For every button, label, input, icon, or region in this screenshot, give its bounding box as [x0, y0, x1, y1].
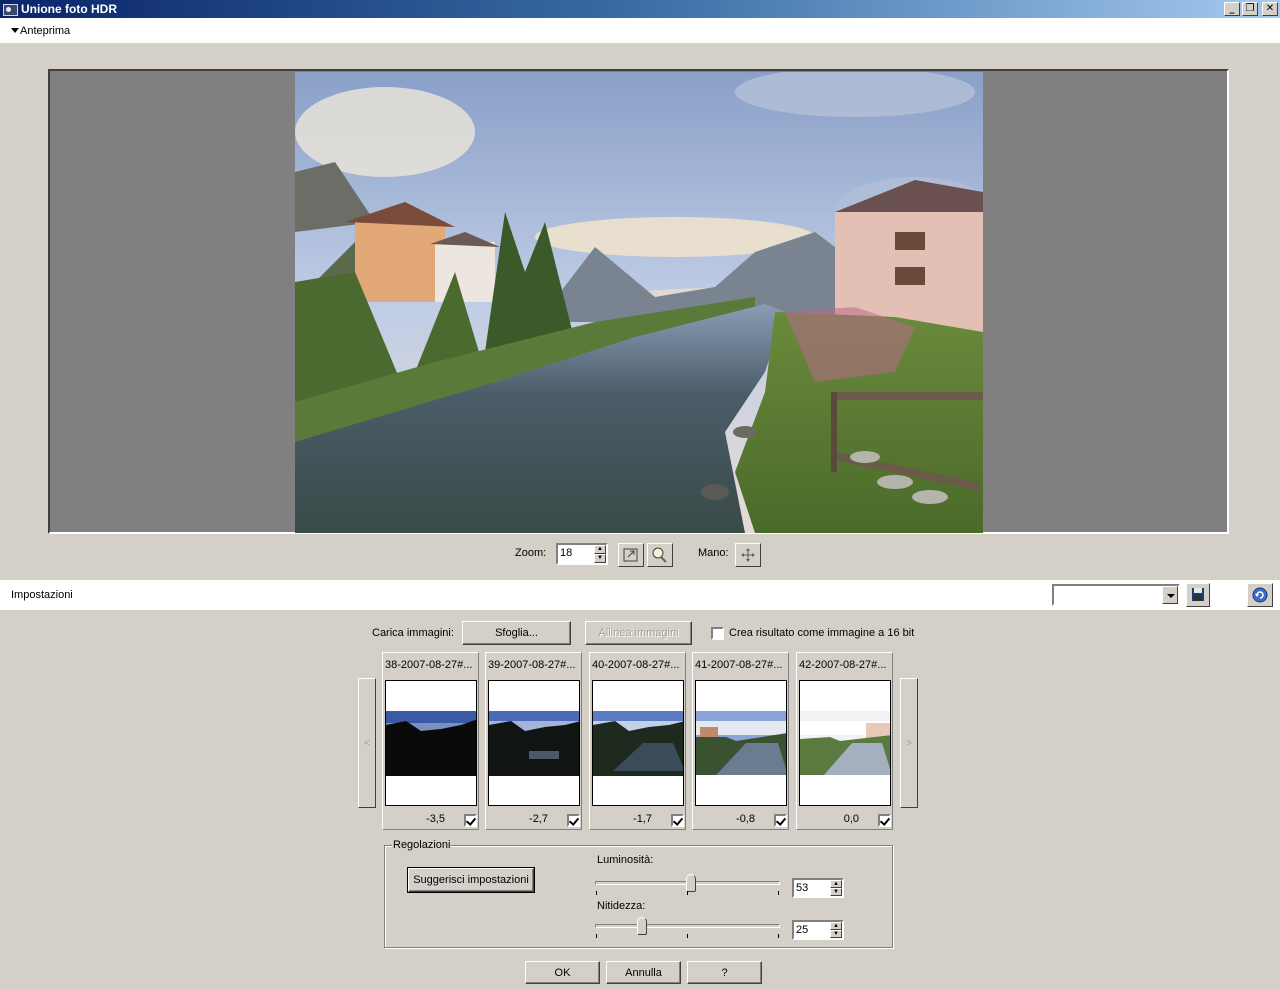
browse-button[interactable]: Sfoglia...: [462, 621, 571, 645]
sharpness-slider-track[interactable]: [595, 924, 780, 928]
thumbnail-name: 40-2007-08-27#...: [592, 659, 680, 671]
thumbnail-image: [799, 680, 891, 806]
sharpness-slider-handle[interactable]: [637, 917, 647, 935]
presets-dropdown[interactable]: [1052, 584, 1180, 606]
window-title: Unione foto HDR: [21, 2, 117, 16]
preview-section-toggle[interactable]: Anteprima: [0, 18, 1280, 43]
thumbnail-name: 38-2007-08-27#...: [385, 659, 473, 671]
collapse-triangle-icon: [11, 28, 19, 33]
ok-button[interactable]: OK: [525, 961, 600, 984]
window-controls: _ ❐ ✕: [1224, 2, 1278, 16]
thumbnail-card[interactable]: 39-2007-08-27#... -2,7: [485, 652, 582, 830]
suggest-settings-button[interactable]: Suggerisci impostazioni: [407, 867, 535, 893]
brightness-slider-handle[interactable]: [686, 874, 696, 892]
fit-to-window-icon: [623, 548, 638, 562]
thumbnail-image: [695, 680, 787, 806]
zoom-label: Zoom:: [515, 547, 547, 559]
hand-tool-button[interactable]: [735, 543, 761, 567]
thumbnail-card[interactable]: 40-2007-08-27#... -1,7: [589, 652, 686, 830]
settings-section-label: Impostazioni: [11, 589, 73, 601]
thumbnail-name: 39-2007-08-27#...: [488, 659, 576, 671]
zoom-value: 18: [560, 547, 573, 559]
zoom-magnifier-icon: [652, 547, 667, 563]
include-image-checkbox[interactable]: [567, 814, 580, 827]
create-16bit-label: Crea risultato come immagine a 16 bit: [729, 627, 915, 639]
chevron-down-icon[interactable]: [1162, 586, 1178, 604]
exposure-value: -0,8: [736, 813, 755, 825]
thumbnail-image: [385, 680, 477, 806]
minimize-icon[interactable]: _: [1224, 2, 1240, 16]
zoom-stepper[interactable]: 18 ▲ ▼: [556, 543, 608, 565]
close-icon[interactable]: ✕: [1262, 2, 1278, 16]
exposure-value: -2,7: [529, 813, 548, 825]
save-settings-button[interactable]: [1186, 583, 1210, 607]
include-image-checkbox[interactable]: [671, 814, 684, 827]
reset-arrow-icon: [1252, 587, 1268, 603]
preview-area[interactable]: [48, 69, 1229, 534]
thumbnail-card[interactable]: 42-2007-08-27#... 0,0: [796, 652, 893, 830]
adjustments-legend: Regolazioni: [392, 839, 452, 851]
title-bar: Unione foto HDR _ ❐ ✕: [0, 0, 1280, 18]
create-16bit-checkbox[interactable]: [711, 627, 724, 640]
next-thumbnails-button[interactable]: >: [900, 678, 918, 808]
thumbnail-card[interactable]: 38-2007-08-27#... -3,5: [382, 652, 479, 830]
sharpness-label: Nitidezza:: [597, 900, 646, 912]
include-image-checkbox[interactable]: [464, 814, 477, 827]
exposure-value: -1,7: [633, 813, 652, 825]
thumbnail-image: [592, 680, 684, 806]
spin-up-icon[interactable]: ▲: [830, 922, 842, 930]
fit-to-window-button[interactable]: [618, 543, 644, 567]
spin-down-icon[interactable]: ▼: [594, 554, 606, 563]
include-image-checkbox[interactable]: [878, 814, 891, 827]
brightness-stepper[interactable]: 53 ▲ ▼: [792, 878, 844, 898]
load-images-label: Carica immagini:: [372, 627, 454, 639]
reset-settings-button[interactable]: [1247, 583, 1273, 607]
thumbnail-card[interactable]: 41-2007-08-27#... -0,8: [692, 652, 789, 830]
prev-thumbnails-button[interactable]: <: [358, 678, 376, 808]
include-image-checkbox[interactable]: [774, 814, 787, 827]
exposure-value: 0,0: [843, 813, 859, 825]
zoom-toolbar: Zoom: 18 ▲ ▼ Mano:: [0, 543, 1280, 567]
thumbnail-name: 41-2007-08-27#...: [695, 659, 783, 671]
spin-down-icon[interactable]: ▼: [830, 888, 842, 896]
zoom-tool-button[interactable]: [647, 543, 673, 567]
cancel-button[interactable]: Annulla: [606, 961, 681, 984]
align-images-button[interactable]: Allinea immagini: [585, 621, 692, 645]
hand-label: Mano:: [698, 547, 729, 559]
restore-icon[interactable]: ❐: [1242, 2, 1258, 16]
preview-section-label: Anteprima: [20, 24, 71, 37]
thumbnail-name: 42-2007-08-27#...: [799, 659, 887, 671]
sharpness-value: 25: [796, 924, 809, 936]
help-button[interactable]: ?: [687, 961, 762, 984]
adjustments-group: Regolazioni Suggerisci impostazioni Lumi…: [384, 839, 893, 948]
spin-down-icon[interactable]: ▼: [830, 930, 842, 938]
spin-up-icon[interactable]: ▲: [594, 545, 606, 554]
spin-up-icon[interactable]: ▲: [830, 880, 842, 888]
floppy-save-icon: [1192, 588, 1204, 601]
hdr-preview-image: [295, 72, 983, 533]
sharpness-stepper[interactable]: 25 ▲ ▼: [792, 920, 844, 940]
brightness-value: 53: [796, 882, 809, 894]
exposure-value: -3,5: [426, 813, 445, 825]
thumbnail-image: [488, 680, 580, 806]
hdr-app-icon: [2, 2, 18, 16]
brightness-label: Luminosità:: [597, 854, 654, 866]
hand-pan-icon: [741, 548, 755, 562]
